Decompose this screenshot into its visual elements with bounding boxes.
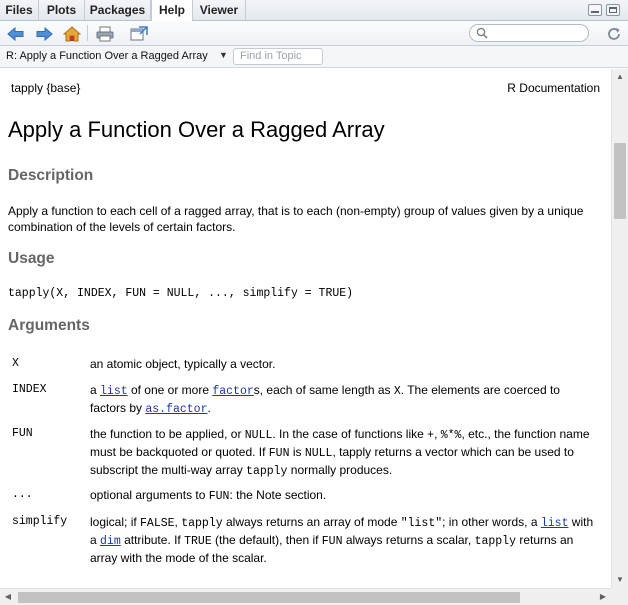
horizontal-scroll-thumb[interactable] [18,592,520,603]
vertical-scroll-thumb[interactable] [614,143,626,219]
argument-text: optional arguments to [90,488,209,502]
inline-code: tapply [246,465,288,478]
help-search-input[interactable] [469,24,589,42]
inline-code: FUN [268,447,290,460]
open-in-window-icon[interactable] [129,24,149,44]
argument-name: ... [12,488,33,501]
argument-description: the function to be applied, or NULL. In … [90,426,598,480]
search-icon [476,27,488,42]
argument-description: an atomic object, typically a vector. [90,356,598,373]
inline-code: NULL [304,447,333,460]
maximize-pane-button[interactable] [606,4,620,16]
argument-text: : the Note section. [229,488,327,502]
home-icon[interactable] [62,24,82,44]
print-icon[interactable] [95,24,115,44]
argument-name: X [12,357,19,370]
inline-code: tapply [181,517,223,530]
tab-help[interactable]: Help [151,0,193,22]
argument-text: the function to be applied, or [90,427,245,441]
argument-name: INDEX [12,383,47,396]
factor-link[interactable]: factor [212,385,253,398]
back-arrow-icon[interactable] [6,24,26,44]
pane-window-controls [588,4,620,16]
description-heading: Description [8,167,94,184]
topic-bar: R: Apply a Function Over a Ragged Array … [0,46,628,68]
argument-description: optional arguments to FUN: the Note sect… [90,487,598,505]
argument-text: . In the case of functions like [272,427,428,441]
argument-text: normally produces. [287,463,393,477]
pane-tab-bar: Files Plots Packages Help Viewer [0,0,628,22]
scroll-down-icon[interactable]: ▼ [612,572,628,588]
scroll-left-icon[interactable]: ◀ [0,589,16,605]
scroll-right-icon[interactable]: ▶ [595,589,611,605]
argument-text: always returns an array of mode [222,515,401,529]
argument-text: a [90,383,101,397]
chevron-down-icon[interactable]: ▼ [219,50,228,60]
tab-plots[interactable]: Plots [39,0,85,21]
help-toolbar [0,21,628,46]
tab-viewer[interactable]: Viewer [193,0,246,21]
argument-name: simplify [12,515,68,528]
toolbar-separator [87,25,88,41]
topic-title-dropdown[interactable]: R: Apply a Function Over a Ragged Array [6,50,208,62]
doc-label: R Documentation [507,81,600,95]
scroll-up-icon[interactable]: ▲ [612,69,628,85]
description-text: Apply a function to each cell of a ragge… [8,204,584,234]
package-tag: tapply {base} [11,81,81,95]
inline-code: FALSE [140,517,175,530]
list-link[interactable]: list [541,517,569,530]
usage-heading: Usage [8,250,55,267]
forward-arrow-icon[interactable] [34,24,54,44]
help-document: tapply {base} R Documentation Apply a Fu… [0,69,611,588]
argument-text: logical; if [90,515,141,529]
argument-description: logical; if FALSE, tapply always returns… [90,514,598,567]
inline-code: FUN [208,490,230,503]
tab-files[interactable]: Files [0,0,39,21]
inline-code: X [393,385,401,398]
page-title: Apply a Function Over a Ragged Array [8,117,385,142]
inline-code: tapply [474,535,516,548]
argument-text: always returns a scalar, [342,533,475,547]
arguments-heading: Arguments [8,317,90,334]
minimize-pane-button[interactable] [588,4,602,16]
argument-text: of one or more [127,383,213,397]
argument-text: (the default), then if [211,533,322,547]
horizontal-scrollbar[interactable]: ◀ ▶ [0,588,611,605]
as-factor-link[interactable]: as.factor [145,403,207,416]
find-in-topic-input[interactable]: Find in Topic [233,48,323,65]
argument-text: . [207,401,211,415]
argument-name: FUN [12,427,33,440]
list-link[interactable]: list [100,385,128,398]
argument-text: is [289,445,305,459]
inline-code: TRUE [184,535,212,548]
argument-text: attribute. If [120,533,185,547]
argument-text: , [434,427,441,441]
inline-code: %*% [440,429,462,442]
argument-description: a list of one or more factors, each of s… [90,382,598,418]
argument-text: an atomic object, typically a vector. [90,357,276,371]
scrollbar-corner [611,588,628,605]
argument-text: ; in other words, a [442,515,541,529]
inline-code: "list" [400,517,443,530]
inline-code: FUN [321,535,343,548]
inline-code: NULL [244,429,273,442]
tab-packages[interactable]: Packages [85,0,151,21]
usage-code: tapply(X, INDEX, FUN = NULL, ..., simpli… [8,287,354,300]
dim-link[interactable]: dim [100,535,121,548]
vertical-scrollbar[interactable]: ▲ ▼ [611,69,628,588]
argument-text: s, each of same length as [253,383,394,397]
refresh-icon[interactable] [604,24,624,44]
